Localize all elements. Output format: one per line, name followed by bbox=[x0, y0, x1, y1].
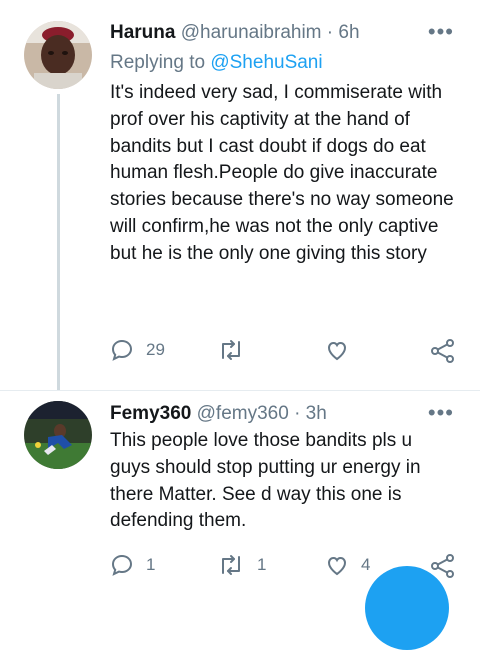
heart-icon bbox=[327, 556, 347, 576]
heart-icon bbox=[327, 341, 347, 361]
replying-to: Replying to @ShehuSani bbox=[110, 50, 323, 76]
retweet-icon bbox=[222, 340, 240, 360]
more-options-icon[interactable]: ••• bbox=[428, 19, 454, 45]
display-name[interactable]: Haruna bbox=[110, 22, 175, 43]
reply-button[interactable]: 29 bbox=[110, 338, 165, 362]
tweet-haruna[interactable]: Haruna @harunaibrahim · 6h ••• Replying … bbox=[0, 0, 480, 390]
like-button[interactable] bbox=[325, 338, 349, 362]
thread-line bbox=[57, 94, 60, 390]
replying-to-label: Replying to bbox=[110, 52, 206, 73]
retweet-icon bbox=[222, 555, 240, 575]
avatar[interactable] bbox=[24, 21, 92, 89]
reply-count: 1 bbox=[146, 555, 156, 574]
tweet-femy360[interactable]: Femy360 @femy360 · 3h ••• This people lo… bbox=[0, 391, 480, 591]
timestamp[interactable]: · 6h bbox=[327, 22, 360, 43]
reply-icon bbox=[111, 339, 133, 361]
tweet-actions: 29 bbox=[110, 338, 460, 368]
reply-count: 29 bbox=[146, 340, 165, 359]
retweet-button[interactable] bbox=[217, 338, 245, 362]
reply-icon bbox=[111, 554, 133, 576]
user-handle[interactable]: @harunaibrahim bbox=[181, 22, 322, 43]
share-button[interactable] bbox=[430, 338, 456, 364]
retweet-count: 1 bbox=[257, 555, 267, 574]
user-handle[interactable]: @femy360 bbox=[197, 403, 289, 424]
tweet-header: Haruna @harunaibrahim · 6h bbox=[110, 19, 360, 47]
like-button[interactable]: 4 bbox=[325, 553, 370, 577]
share-icon bbox=[431, 339, 454, 363]
tweet-text: It's indeed very sad, I commiserate with… bbox=[110, 82, 454, 264]
reply-button[interactable]: 1 bbox=[110, 553, 155, 577]
tweet-text: This people love those bandits pls u guy… bbox=[110, 430, 421, 532]
like-count: 4 bbox=[361, 555, 371, 574]
timestamp[interactable]: · 3h bbox=[294, 403, 327, 424]
more-options-icon[interactable]: ••• bbox=[428, 400, 454, 426]
compose-button[interactable] bbox=[365, 566, 449, 650]
tweet-header: Femy360 @femy360 · 3h bbox=[110, 400, 327, 428]
avatar[interactable] bbox=[24, 401, 92, 469]
display-name[interactable]: Femy360 bbox=[110, 403, 191, 424]
retweet-button[interactable]: 1 bbox=[217, 553, 266, 577]
replying-to-mention[interactable]: @ShehuSani bbox=[210, 52, 322, 73]
